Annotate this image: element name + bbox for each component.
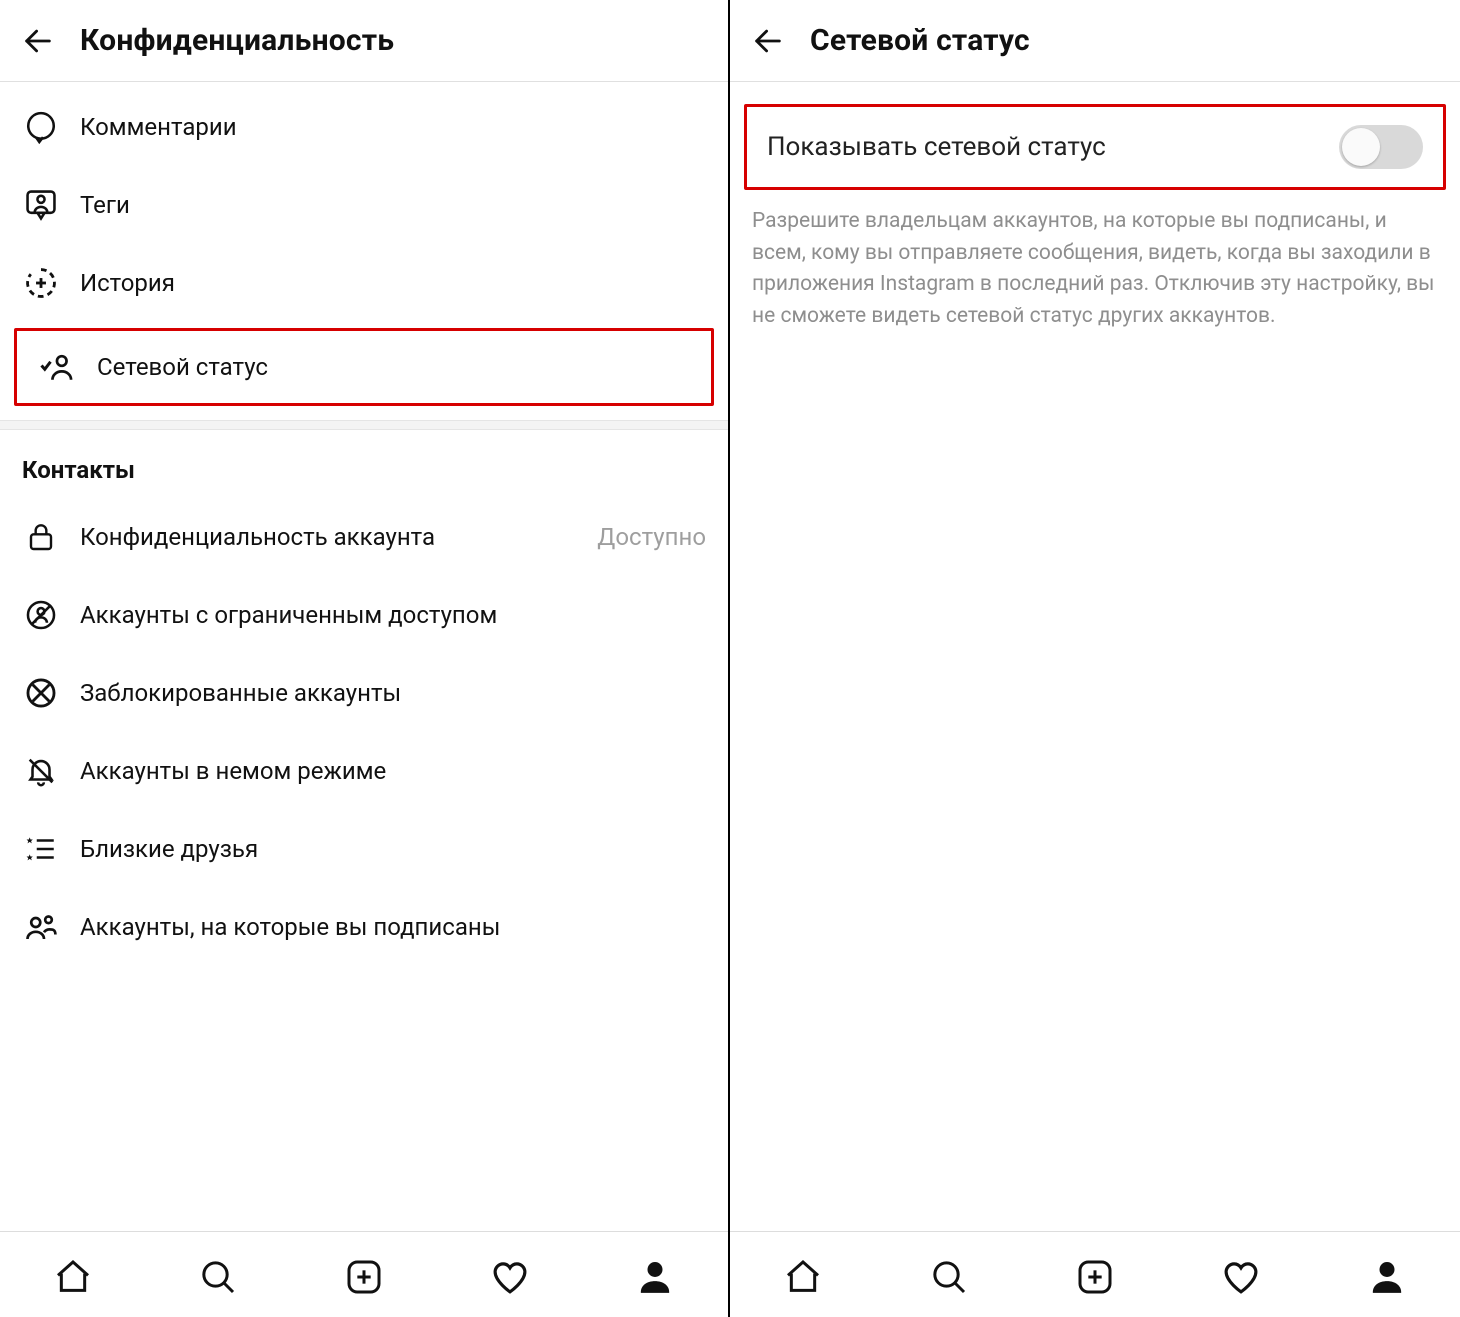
profile-icon xyxy=(635,1257,675,1297)
nav-create[interactable] xyxy=(1071,1253,1119,1301)
setting-description: Разрешите владельцам аккаунтов, на котор… xyxy=(730,190,1460,332)
nav-activity[interactable] xyxy=(1217,1253,1265,1301)
plus-square-icon xyxy=(1075,1257,1115,1297)
back-button[interactable] xyxy=(748,21,788,61)
nav-profile[interactable] xyxy=(631,1253,679,1301)
row-label: Заблокированные аккаунты xyxy=(80,679,706,707)
nav-home[interactable] xyxy=(779,1253,827,1301)
nav-search[interactable] xyxy=(925,1253,973,1301)
close-friends-icon xyxy=(22,830,60,868)
row-following[interactable]: Аккаунты, на которые вы подписаны xyxy=(0,888,728,966)
row-story[interactable]: История xyxy=(0,244,728,322)
row-comments[interactable]: Комментарии xyxy=(0,88,728,166)
plus-square-icon xyxy=(344,1257,384,1297)
nav-home[interactable] xyxy=(49,1253,97,1301)
row-tags[interactable]: Теги xyxy=(0,166,728,244)
lock-icon xyxy=(22,518,60,556)
following-icon xyxy=(22,908,60,946)
heart-icon xyxy=(1220,1256,1262,1298)
toggle-show-activity[interactable] xyxy=(1339,125,1423,169)
row-blocked[interactable]: Заблокированные аккаунты xyxy=(0,654,728,732)
row-muted[interactable]: Аккаунты в немом режиме xyxy=(0,732,728,810)
home-icon xyxy=(53,1257,93,1297)
page-title: Сетевой статус xyxy=(810,23,1030,58)
screen-activity-status: Сетевой статус Показывать сетевой статус… xyxy=(730,0,1460,1317)
comment-icon xyxy=(22,108,60,146)
blocked-icon xyxy=(22,674,60,712)
content: Показывать сетевой статус Разрешите влад… xyxy=(730,82,1460,1231)
arrow-left-icon xyxy=(751,24,785,58)
nav-activity[interactable] xyxy=(486,1253,534,1301)
row-label: История xyxy=(80,269,706,297)
screen-privacy: Конфиденциальность Комментарии Теги Исто xyxy=(0,0,730,1317)
nav-search[interactable] xyxy=(194,1253,242,1301)
search-icon xyxy=(929,1257,969,1297)
bottom-nav xyxy=(0,1231,728,1317)
section-divider xyxy=(0,420,728,430)
story-add-icon xyxy=(22,264,60,302)
row-label: Близкие друзья xyxy=(80,835,706,863)
row-label: Аккаунты, на которые вы подписаны xyxy=(80,913,706,941)
bottom-nav xyxy=(730,1231,1460,1317)
row-label: Конфиденциальность аккаунта xyxy=(80,523,577,551)
search-icon xyxy=(198,1257,238,1297)
activity-status-icon xyxy=(39,348,77,386)
row-label: Теги xyxy=(80,191,706,219)
toggle-label: Показывать сетевой статус xyxy=(767,132,1106,162)
muted-bell-icon xyxy=(22,752,60,790)
tag-person-icon xyxy=(22,186,60,224)
nav-profile[interactable] xyxy=(1363,1253,1411,1301)
row-account-privacy[interactable]: Конфиденциальность аккаунта Доступно xyxy=(0,498,728,576)
header: Конфиденциальность xyxy=(0,0,728,82)
header: Сетевой статус xyxy=(730,0,1460,82)
back-button[interactable] xyxy=(18,21,58,61)
row-activity-status[interactable]: Сетевой статус xyxy=(14,328,714,406)
page-title: Конфиденциальность xyxy=(80,23,394,58)
profile-icon xyxy=(1367,1257,1407,1297)
row-close-friends[interactable]: Близкие друзья xyxy=(0,810,728,888)
toggle-row-show-activity: Показывать сетевой статус xyxy=(744,104,1446,190)
section-header-contacts: Контакты xyxy=(0,430,728,498)
row-label: Аккаунты с ограниченным доступом xyxy=(80,601,706,629)
toggle-knob xyxy=(1342,128,1380,166)
row-label: Аккаунты в немом режиме xyxy=(80,757,706,785)
nav-create[interactable] xyxy=(340,1253,388,1301)
home-icon xyxy=(783,1257,823,1297)
arrow-left-icon xyxy=(21,24,55,58)
row-label: Комментарии xyxy=(80,113,706,141)
restricted-icon xyxy=(22,596,60,634)
heart-icon xyxy=(489,1256,531,1298)
row-label: Сетевой статус xyxy=(97,353,689,381)
content: Комментарии Теги История Се xyxy=(0,82,728,1231)
row-restricted[interactable]: Аккаунты с ограниченным доступом xyxy=(0,576,728,654)
row-trailing: Доступно xyxy=(597,523,706,551)
